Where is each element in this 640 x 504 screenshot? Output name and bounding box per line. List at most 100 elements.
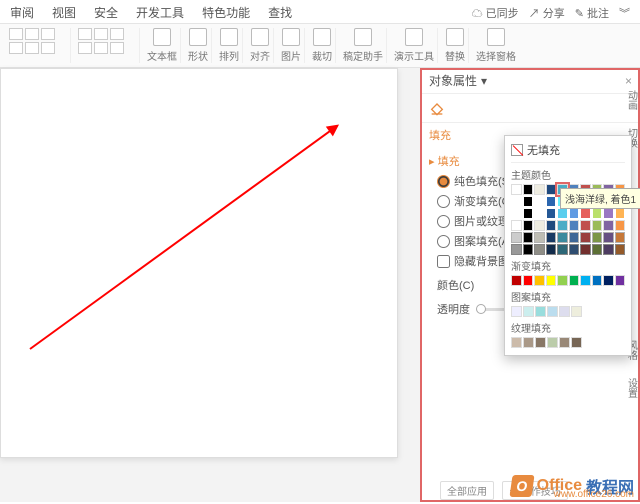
tint-swatch[interactable] — [592, 220, 603, 231]
text-dir-icon[interactable] — [110, 42, 124, 54]
theme-swatch[interactable] — [534, 184, 545, 195]
tint-swatch[interactable] — [569, 232, 580, 243]
tint-swatch[interactable] — [557, 244, 568, 255]
texture-swatch[interactable] — [523, 337, 534, 348]
tab-security[interactable]: 安全 — [94, 4, 118, 21]
standard-swatch[interactable] — [580, 275, 591, 286]
tint-swatch[interactable] — [580, 208, 591, 219]
tint-swatch[interactable] — [534, 232, 545, 243]
tint-swatch[interactable] — [569, 208, 580, 219]
standard-swatch[interactable] — [546, 275, 557, 286]
standard-swatch[interactable] — [534, 275, 545, 286]
tint-swatch[interactable] — [523, 244, 534, 255]
image-icon[interactable] — [282, 28, 300, 46]
vtab-animation[interactable]: 动画 — [624, 90, 639, 110]
tint-swatch[interactable] — [557, 208, 568, 219]
tint-swatch[interactable] — [580, 220, 591, 231]
tint-swatch[interactable] — [615, 208, 626, 219]
status-sync[interactable]: ☁ 已同步 — [472, 5, 519, 21]
tint-swatch[interactable] — [615, 232, 626, 243]
apply-all-button[interactable]: 全部应用 — [440, 481, 494, 500]
fill-tab-label[interactable]: 填充 — [429, 130, 451, 142]
tint-swatch[interactable] — [546, 244, 557, 255]
tint-swatch[interactable] — [603, 232, 614, 243]
pattern-swatch[interactable] — [547, 306, 558, 317]
selection-pane-icon[interactable] — [487, 28, 505, 46]
panel-close-icon[interactable]: × — [625, 74, 632, 88]
tint-swatch[interactable] — [511, 244, 522, 255]
align-middle-icon[interactable] — [25, 42, 39, 54]
indent-inc-icon[interactable] — [78, 42, 92, 54]
pattern-swatch[interactable] — [511, 306, 522, 317]
texture-swatch[interactable] — [547, 337, 558, 348]
arrange-icon[interactable] — [220, 28, 238, 46]
status-share[interactable]: ↗ 分享 — [529, 5, 565, 21]
texture-swatch[interactable] — [535, 337, 546, 348]
tint-swatch[interactable] — [569, 244, 580, 255]
tint-swatch[interactable] — [603, 220, 614, 231]
tint-swatch[interactable] — [511, 208, 522, 219]
present-icon[interactable] — [405, 28, 423, 46]
standard-swatch[interactable] — [523, 275, 534, 286]
line-spacing-icon[interactable] — [94, 42, 108, 54]
tint-swatch[interactable] — [592, 232, 603, 243]
tab-review[interactable]: 审阅 — [10, 4, 34, 21]
tint-swatch[interactable] — [557, 220, 568, 231]
tint-swatch[interactable] — [546, 196, 557, 207]
standard-swatch[interactable] — [592, 275, 603, 286]
tint-swatch[interactable] — [546, 232, 557, 243]
shapes-icon[interactable] — [189, 28, 207, 46]
tint-swatch[interactable] — [546, 208, 557, 219]
tint-swatch[interactable] — [523, 220, 534, 231]
tint-swatch[interactable] — [511, 220, 522, 231]
panel-dropdown-icon[interactable]: ▾ — [481, 74, 487, 88]
tint-swatch[interactable] — [534, 208, 545, 219]
tint-swatch[interactable] — [580, 232, 591, 243]
pattern-swatch[interactable] — [523, 306, 534, 317]
assistant-icon[interactable] — [354, 28, 372, 46]
number-icon[interactable] — [94, 28, 108, 40]
slide-canvas[interactable] — [0, 68, 420, 502]
standard-swatch[interactable] — [615, 275, 626, 286]
theme-swatch[interactable] — [523, 184, 534, 195]
indent-dec-icon[interactable] — [110, 28, 124, 40]
tint-swatch[interactable] — [511, 196, 522, 207]
tint-swatch[interactable] — [603, 208, 614, 219]
align-right-icon[interactable] — [41, 28, 55, 40]
texture-swatch[interactable] — [559, 337, 570, 348]
bullet-icon[interactable] — [78, 28, 92, 40]
tint-swatch[interactable] — [615, 244, 626, 255]
tint-swatch[interactable] — [523, 232, 534, 243]
theme-swatch[interactable] — [546, 184, 557, 195]
tint-swatch[interactable] — [546, 220, 557, 231]
standard-swatch[interactable] — [569, 275, 580, 286]
tint-swatch[interactable] — [534, 244, 545, 255]
tab-devtools[interactable]: 开发工具 — [136, 4, 184, 21]
tint-swatch[interactable] — [603, 244, 614, 255]
no-fill-option[interactable]: 无填充 — [511, 142, 625, 163]
pattern-swatch[interactable] — [535, 306, 546, 317]
tint-swatch[interactable] — [523, 208, 534, 219]
tint-swatch[interactable] — [569, 220, 580, 231]
pattern-swatch[interactable] — [571, 306, 582, 317]
tab-features[interactable]: 特色功能 — [202, 4, 250, 21]
tint-swatch[interactable] — [592, 208, 603, 219]
standard-swatch[interactable] — [603, 275, 614, 286]
textbox-icon[interactable] — [153, 28, 171, 46]
align-center-icon[interactable] — [25, 28, 39, 40]
crop-icon[interactable] — [313, 28, 331, 46]
fill-bucket-icon[interactable] — [429, 100, 445, 116]
align-top-icon[interactable] — [9, 42, 23, 54]
replace-icon[interactable] — [446, 28, 464, 46]
tint-swatch[interactable] — [534, 220, 545, 231]
texture-swatch[interactable] — [511, 337, 522, 348]
tint-swatch[interactable] — [580, 244, 591, 255]
vtab-settings[interactable]: 设置 — [624, 378, 639, 398]
align-bottom-icon[interactable] — [41, 42, 55, 54]
tint-swatch[interactable] — [615, 220, 626, 231]
tint-swatch[interactable] — [592, 244, 603, 255]
align-left-icon[interactable] — [9, 28, 23, 40]
standard-swatch[interactable] — [511, 275, 522, 286]
tab-view[interactable]: 视图 — [52, 4, 76, 21]
tint-swatch[interactable] — [523, 196, 534, 207]
